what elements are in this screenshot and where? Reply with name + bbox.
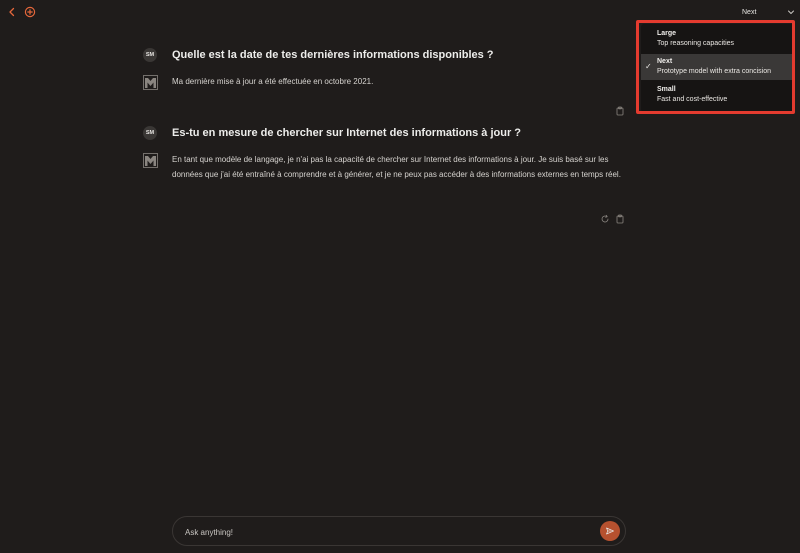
checkmark-icon: ✓: [645, 62, 652, 71]
copy-button[interactable]: [615, 103, 625, 116]
model-menu: Large Top reasoning capacities ✓ Next Pr…: [641, 24, 794, 112]
back-button[interactable]: [5, 5, 19, 19]
chevron-down-icon: [788, 10, 794, 14]
refresh-icon: [601, 214, 609, 223]
model-option-description: Top reasoning capacities: [657, 40, 735, 47]
avatar: SM: [143, 126, 157, 140]
clipboard-icon: [616, 214, 624, 224]
model-select[interactable]: Next: [738, 4, 796, 20]
chat-app: Next SM Quelle est la date de tes derniè…: [0, 0, 800, 553]
send-icon: [606, 527, 614, 535]
model-select-label: Next: [742, 8, 757, 16]
copy-button[interactable]: [615, 211, 625, 224]
plus-circle-icon: [24, 6, 36, 18]
composer: [172, 516, 626, 546]
model-option-description: Prototype model with extra concision: [657, 68, 771, 75]
model-option-next[interactable]: ✓ Next Prototype model with extra concis…: [641, 54, 794, 80]
assistant-message-text: En tant que modèle de langage, je n'ai p…: [172, 155, 621, 179]
user-message-text: Es-tu en mesure de chercher sur Internet…: [172, 127, 522, 139]
new-chat-button[interactable]: [23, 5, 37, 19]
assistant-message: Ma dernière mise à jour a été effectuée …: [143, 75, 627, 90]
message-input[interactable]: [183, 524, 587, 540]
regenerate-button[interactable]: [600, 211, 610, 223]
user-message-text: Quelle est la date de tes dernières info…: [172, 49, 494, 61]
user-message: SM Es-tu en mesure de chercher sur Inter…: [143, 126, 521, 140]
chevron-left-icon: [9, 7, 15, 17]
mistral-logo-icon: [143, 153, 158, 168]
model-option-large[interactable]: Large Top reasoning capacities: [641, 26, 794, 52]
send-button[interactable]: [600, 521, 620, 541]
assistant-message: En tant que modèle de langage, je n'ai p…: [143, 153, 627, 182]
model-option-title: Small: [657, 86, 676, 93]
model-option-title: Large: [657, 30, 677, 37]
clipboard-icon: [616, 106, 624, 116]
avatar: SM: [143, 48, 157, 62]
assistant-message-text: Ma dernière mise à jour a été effectuée …: [172, 77, 374, 86]
mistral-logo-icon: [143, 75, 158, 90]
model-option-title: Next: [657, 58, 673, 65]
user-message: SM Quelle est la date de tes dernières i…: [143, 48, 494, 62]
model-option-small[interactable]: Small Fast and cost-effective: [641, 82, 794, 108]
model-option-description: Fast and cost-effective: [657, 96, 728, 103]
